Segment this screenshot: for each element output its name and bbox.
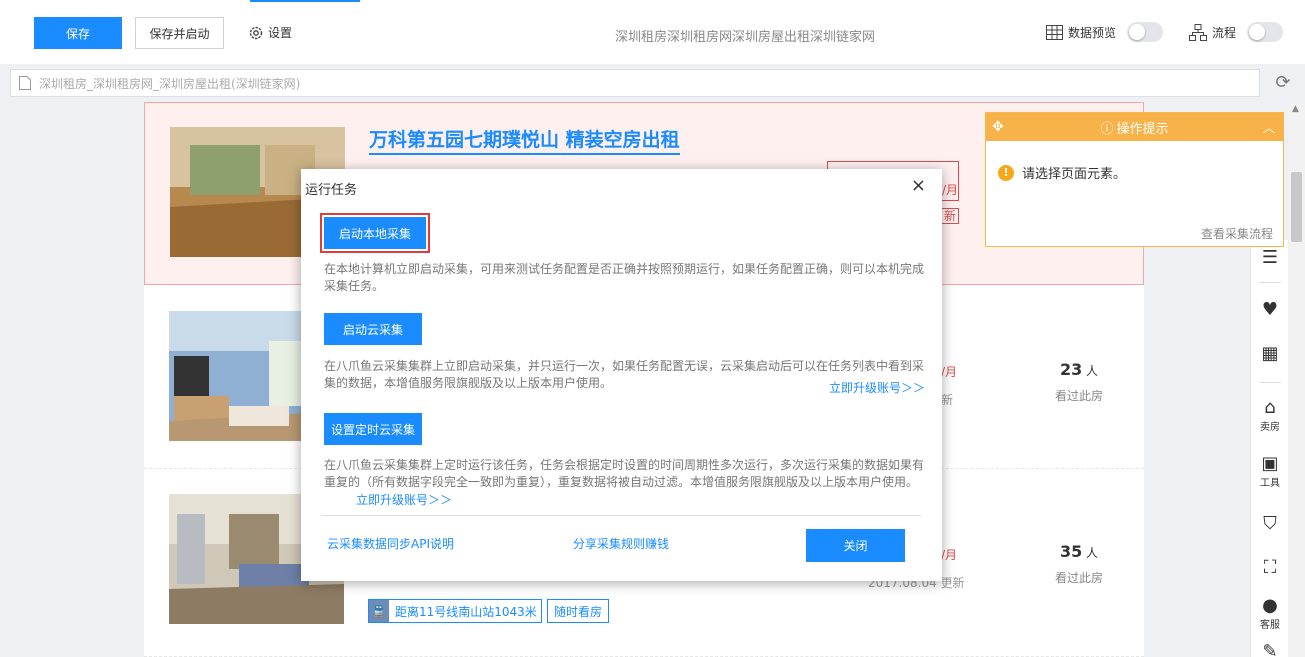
sidebar-list-item[interactable]: ☰	[1251, 248, 1289, 268]
move-icon[interactable]: ✥	[992, 119, 1004, 135]
flow-toggle[interactable]: 流程	[1189, 22, 1284, 42]
active-tab-indicator	[250, 0, 360, 2]
view-flow-link[interactable]: 查看采集流程	[1201, 225, 1273, 242]
metro-text: 距离11号线南山站1043米	[395, 604, 537, 619]
view-count-unit: 人	[1086, 546, 1099, 560]
price-unit: /月	[941, 365, 958, 379]
sidebar-favorite[interactable]: ♥	[1251, 300, 1289, 320]
chevron-up-icon[interactable]: ︿	[1263, 119, 1275, 136]
close-icon[interactable]: ×	[911, 175, 926, 196]
sidebar-sell[interactable]: ⌂ 卖房	[1251, 397, 1289, 434]
sidebar-scan[interactable]: ⛶	[1251, 558, 1289, 578]
hint-body: ! 请选择页面元素。	[986, 141, 1283, 182]
operation-hint-panel: ✥ ⓘ 操作提示 ︿ ! 请选择页面元素。 查看采集流程	[985, 112, 1284, 247]
shield-icon: ⛉	[1263, 513, 1277, 534]
visit-tag: 随时看房	[547, 599, 610, 623]
price-unit: /月	[941, 548, 958, 562]
pencil-icon: ✎	[1262, 641, 1278, 657]
data-preview-label: 数据预览	[1068, 25, 1117, 40]
info-icon: ⓘ	[1100, 121, 1114, 137]
metro-tag: 🚆 距离11号线南山站1043米	[368, 599, 542, 623]
update-tag: 新	[941, 393, 954, 407]
sidebar-shield[interactable]: ⛉	[1251, 514, 1289, 534]
dialog-title: 运行任务	[305, 183, 358, 198]
page-title: 深圳租房深圳租房网深圳房屋出租深圳链家网	[614, 30, 875, 45]
hint-header[interactable]: ✥ ⓘ 操作提示 ︿	[986, 113, 1283, 141]
view-count: 35 人 看过此房	[1039, 542, 1119, 586]
flow-switch[interactable]	[1247, 22, 1284, 42]
reload-icon[interactable]: ⟳	[1272, 72, 1294, 94]
save-and-start-button[interactable]: 保存并启动	[135, 17, 224, 49]
dialog-divider	[321, 515, 921, 516]
top-toolbar: 保存 保存并启动 设置 深圳租房深圳租房网深圳房屋出租深圳链家网 数据预览 流程	[0, 0, 1305, 64]
settings-label: 设置	[268, 26, 293, 40]
scrollbar-thumb[interactable]	[1291, 172, 1302, 242]
save-button[interactable]: 保存	[34, 17, 122, 49]
list-icon: ☰	[1261, 247, 1279, 268]
dialog-close-button[interactable]: 关闭	[806, 529, 905, 562]
view-count-label: 看过此房	[1054, 571, 1103, 585]
schedule-cloud-collection-button[interactable]: 设置定时云采集	[324, 413, 422, 445]
hint-message: 请选择页面元素。	[1022, 167, 1127, 182]
view-count-number: 35	[1059, 542, 1083, 561]
sidebar-building[interactable]: ▦	[1251, 344, 1289, 364]
sidebar-divider	[1259, 382, 1281, 383]
start-cloud-collection-button[interactable]: 启动云采集	[324, 313, 422, 345]
upgrade-account-link[interactable]: 立即升级账号＞＞	[829, 379, 925, 396]
data-preview-switch[interactable]	[1127, 22, 1164, 42]
upgrade-account-link-2[interactable]: 立即升级账号＞＞	[356, 491, 452, 508]
warning-icon: !	[998, 164, 1014, 181]
site-sidebar: ☰ ♥ ▦ ⌂ 卖房 ▣ 工具 ⛉ ⛶ ● 客服 ✎	[1250, 240, 1288, 657]
sidebar-divider	[1259, 282, 1281, 283]
flow-label: 流程	[1212, 25, 1237, 40]
settings-button[interactable]: 设置	[248, 24, 292, 41]
sidebar-sell-label: 卖房	[1260, 422, 1280, 433]
view-count-label: 看过此房	[1054, 389, 1103, 403]
sidebar-tools[interactable]: ▣ 工具	[1251, 453, 1289, 490]
data-preview-toggle[interactable]: 数据预览	[1046, 22, 1164, 42]
price-unit: /月	[942, 183, 959, 197]
new-tag: 新	[941, 208, 960, 224]
share-rules-link[interactable]: 分享采集规则赚钱	[573, 535, 669, 552]
api-doc-link[interactable]: 云采集数据同步API说明	[327, 535, 454, 552]
scroll-up-icon[interactable]: ▲	[1292, 104, 1299, 114]
train-icon: 🚆	[369, 600, 389, 622]
scrollbar[interactable]: ▲	[1288, 102, 1305, 657]
view-count-unit: 人	[1086, 364, 1099, 378]
schedule-collection-desc: 在八爪鱼云采集集群上定时运行该任务，任务会根据定时设置的时间周期性多次运行，多次…	[324, 458, 924, 489]
sidebar-edit[interactable]: ✎	[1251, 642, 1289, 657]
sidebar-service[interactable]: ● 客服	[1251, 595, 1289, 632]
address-url: 深圳租房_深圳租房网_深圳房屋出租(深圳链家网)	[39, 76, 301, 91]
heart-icon: ♥	[1261, 299, 1279, 320]
run-task-dialog: 运行任务 × 启动本地采集 在本地计算机立即启动采集，可用来测试任务配置是否正确…	[301, 169, 942, 581]
sidebar-service-label: 客服	[1260, 620, 1280, 631]
chat-icon: ●	[1262, 595, 1278, 616]
table-icon	[1046, 24, 1063, 40]
local-collection-desc: 在本地计算机立即启动采集，可用来测试任务配置是否正确并按照预期运行，如果任务配置…	[324, 262, 925, 293]
scan-icon: ⛶	[1263, 557, 1277, 578]
sidebar-tools-label: 工具	[1260, 478, 1280, 489]
hint-title: 操作提示	[1116, 121, 1169, 137]
house-icon: ⌂	[1264, 397, 1276, 418]
building-icon: ▦	[1261, 343, 1279, 364]
view-count-number: 23	[1059, 360, 1083, 379]
page-icon	[19, 76, 31, 90]
flowchart-icon	[1189, 23, 1207, 41]
gear-icon	[249, 26, 263, 39]
listing-title[interactable]: 万科第五园七期璞悦山 精装空房出租	[369, 127, 680, 155]
address-bar[interactable]: 深圳租房_深圳租房网_深圳房屋出租(深圳链家网)	[10, 69, 1260, 97]
start-local-collection-button[interactable]: 启动本地采集	[320, 213, 430, 253]
grid-icon: ▣	[1261, 453, 1279, 474]
view-count: 23 人 看过此房	[1039, 360, 1119, 404]
